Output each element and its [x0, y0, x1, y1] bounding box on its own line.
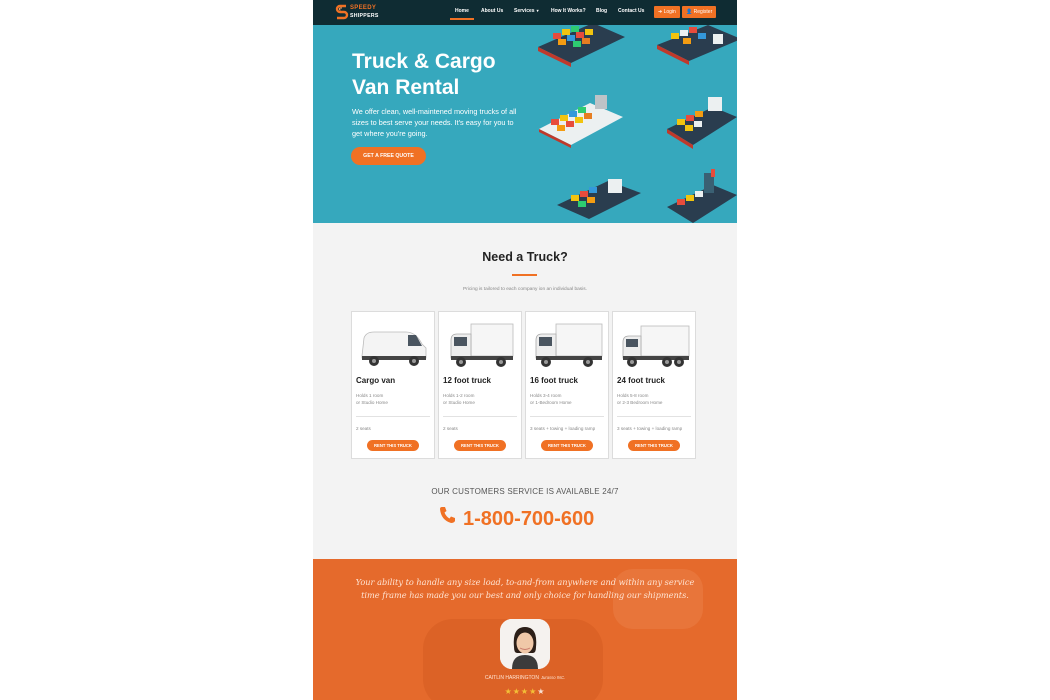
capacity-line-1: Holds 1-2 room: [443, 393, 475, 398]
cargo-van-image: [361, 331, 427, 366]
login-icon: ➜: [658, 9, 663, 15]
author-name: CAITLIN HARRINGTON: [484, 675, 539, 681]
nav-item-services[interactable]: Services ▾: [514, 8, 539, 14]
section-subtitle: Pricing is tailored to each company ion …: [463, 287, 587, 292]
capacity-line-2: or Studio Home: [443, 400, 475, 405]
section-title: Need a Truck?: [482, 250, 568, 264]
author-company: Jurasso INC.: [540, 675, 566, 680]
title-divider: [512, 274, 537, 276]
capacity-line-1: Holds 3-4 room: [530, 393, 562, 398]
truck-16ft-image: [535, 323, 603, 367]
hero-title: Truck & Cargo Van Rental: [352, 50, 496, 99]
register-button[interactable]: 👤 Register: [682, 6, 717, 18]
capacity-line-1: Holds 5-8 room: [617, 393, 649, 398]
get-free-quote-button[interactable]: GET A FREE QUOTE: [351, 147, 426, 165]
nav-item-blog[interactable]: Blog: [596, 8, 607, 14]
card-divider: [443, 416, 517, 417]
star-icon-empty: ★: [537, 687, 546, 696]
capacity-line-2: or 1-Bedroom Home: [530, 400, 572, 405]
brand-name-line2: SHIPPERS: [350, 13, 379, 19]
card-title: 24 foot truck: [617, 376, 666, 385]
rent-truck-button[interactable]: RENT THIS TRUCK: [367, 440, 419, 451]
chevron-down-icon: ▾: [536, 8, 539, 13]
phone-number[interactable]: 1-800-700-600: [463, 508, 594, 531]
availability-text: OUR CUSTOMERS SERVICE IS AVAILABLE 24/7: [431, 487, 619, 496]
card-features: 2 seats: [443, 426, 458, 431]
page: SPEEDY SHIPPERS Home About Us Services ▾ …: [313, 0, 737, 700]
capacity-line-2: or 2-3 Bedroom Home: [617, 400, 663, 405]
capacity-line-2: or Studio Home: [356, 400, 388, 405]
hero-section: Truck & Cargo Van Rental We offer clean,…: [313, 25, 737, 223]
card-title: 12 foot truck: [443, 376, 492, 385]
nav-item-contact-us[interactable]: Contact Us: [618, 8, 644, 14]
card-capacity: Holds 3-4 room or 1-Bedroom Home: [530, 392, 604, 406]
brand-name-line1: SPEEDY: [350, 5, 377, 11]
register-label: Register: [693, 9, 713, 15]
nav-item-services-label: Services: [514, 8, 535, 14]
cargo-ship-illustration: [667, 97, 737, 149]
truck-12ft-image: [450, 323, 514, 367]
star-rating: ★★★★★: [313, 687, 737, 696]
truck-card-16-foot: 16 foot truck Holds 3-4 room or 1-Bedroom…: [525, 311, 609, 459]
truck-24ft-image: [622, 325, 690, 367]
brand-logo[interactable]: SPEEDY SHIPPERS: [335, 4, 385, 21]
star-icon-filled: ★: [520, 687, 530, 696]
card-features: 2 seats: [356, 426, 371, 431]
phone-icon: [440, 507, 455, 523]
rent-truck-button[interactable]: RENT THIS TRUCK: [628, 440, 680, 451]
card-divider: [530, 416, 604, 417]
login-button[interactable]: ➜ Login: [654, 6, 680, 18]
nav-item-home[interactable]: Home: [450, 8, 474, 20]
person-portrait-icon: [500, 619, 550, 669]
rent-truck-button[interactable]: RENT THIS TRUCK: [454, 440, 506, 451]
cargo-ship-illustration: [657, 25, 737, 65]
truck-card-12-foot: 12 foot truck Holds 1-2 room or Studio Ho…: [438, 311, 522, 459]
card-title: Cargo van: [356, 376, 396, 385]
top-navbar: SPEEDY SHIPPERS Home About Us Services ▾ …: [313, 0, 737, 25]
cargo-ship-illustration: [557, 179, 641, 219]
card-title: 16 foot truck: [530, 376, 579, 385]
card-capacity: Holds 5-8 room or 2-3 Bedroom Home: [617, 392, 691, 406]
user-plus-icon: 👤: [686, 9, 693, 15]
capacity-line-1: Holds 1 room: [356, 393, 384, 398]
star-icon-filled: ★: [512, 687, 521, 696]
testimonial-section: Your ability to handle any size load, to…: [313, 559, 737, 700]
login-label: Login: [663, 9, 676, 15]
card-capacity: Holds 1 room or Studio Home: [356, 392, 430, 406]
star-icon-filled: ★: [504, 687, 513, 696]
hero-description: We offer clean, well-maintened moving tr…: [352, 107, 517, 138]
nav-item-how-it-works[interactable]: How It Works?: [551, 8, 586, 14]
cargo-ship-illustration: [539, 95, 623, 148]
card-features: 3 seats + towing + loading ramp: [530, 426, 596, 431]
nav-item-about-us[interactable]: About Us: [481, 8, 503, 14]
testimonial-author: CAITLIN HARRINGTON Jurasso INC.: [313, 675, 737, 681]
truck-card-cargo-van: Cargo van Holds 1 room or Studio Home 2 s…: [351, 311, 435, 459]
avatar: [500, 619, 550, 669]
cargo-ship-illustration: [538, 25, 625, 67]
testimonial-quote: Your ability to handle any size load, to…: [355, 577, 695, 600]
phone-contact[interactable]: 1-800-700-600: [439, 504, 619, 534]
card-features: 3 seats + towing + loading ramp: [617, 426, 683, 431]
card-divider: [617, 416, 691, 417]
card-capacity: Holds 1-2 room or Studio Home: [443, 392, 517, 406]
truck-card-24-foot: 24 foot truck Holds 5-8 room or 2-3 Bedro…: [612, 311, 696, 459]
rent-truck-button[interactable]: RENT THIS TRUCK: [541, 440, 593, 451]
ss-logo-icon: [335, 4, 349, 21]
card-divider: [356, 416, 430, 417]
cargo-ship-illustration: [667, 169, 737, 223]
